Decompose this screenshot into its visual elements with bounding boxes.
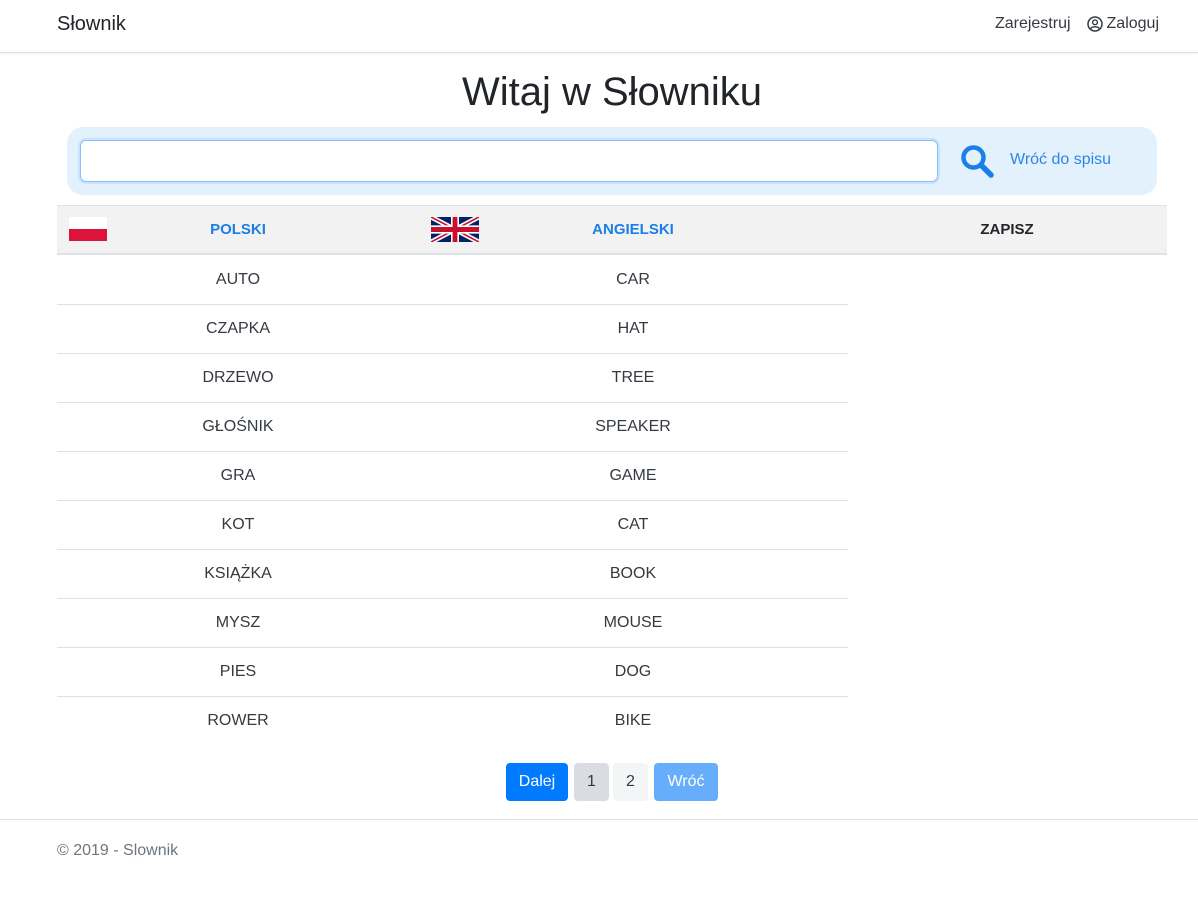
nav-links: Zarejestruj Zaloguj	[995, 15, 1159, 33]
table-row: AUTO CAR	[57, 256, 848, 305]
table-row: MYSZ MOUSE	[57, 599, 848, 648]
polish-word: ROWER	[207, 712, 269, 729]
table-row: DRZEWO TREE	[57, 354, 848, 403]
table-row: GRA GAME	[57, 452, 848, 501]
english-word: CAT	[617, 516, 649, 533]
next-page-button[interactable]: Dalej	[506, 763, 568, 801]
english-word: BIKE	[614, 712, 652, 729]
login-link[interactable]: Zaloguj	[1086, 15, 1159, 33]
user-circle-icon	[1086, 16, 1103, 32]
polish-word: GŁOŚNIK	[202, 418, 274, 435]
page-2-button[interactable]: 2	[613, 763, 648, 801]
table-row: KOT CAT	[57, 501, 848, 550]
register-link[interactable]: Zarejestruj	[995, 15, 1071, 33]
polish-word: GRA	[220, 467, 256, 484]
polish-word: MYSZ	[215, 614, 261, 631]
brand-link[interactable]: Słownik	[57, 13, 126, 36]
footer: © 2019 - Slownik	[0, 819, 1198, 905]
copyright-text: © 2019 - Slownik	[57, 842, 179, 859]
table-row: GŁOŚNIK SPEAKER	[57, 403, 848, 452]
navbar: Słownik Zarejestruj Zaloguj	[0, 0, 1198, 53]
column-polish-header[interactable]: POLSKI	[210, 221, 266, 238]
word-list: AUTO CAR CZAPKA HAT DRZEWO TREE GŁOŚNIK SPEA…	[57, 256, 848, 746]
english-word: BOOK	[609, 565, 657, 582]
table-row: ROWER BIKE	[57, 697, 848, 746]
english-word: CAR	[616, 271, 650, 288]
english-word: HAT	[617, 320, 649, 337]
table-row: KSIĄŻKA BOOK	[57, 550, 848, 599]
english-word: DOG	[614, 663, 652, 680]
polish-word: KOT	[221, 516, 255, 533]
english-word: GAME	[609, 467, 657, 484]
polish-word: DRZEWO	[202, 369, 274, 386]
english-word: SPEAKER	[595, 418, 671, 435]
search-panel: Wróć do spisu	[67, 127, 1157, 195]
table-header: POLSKI ANGIELSKI ZAPISZ	[57, 205, 1167, 255]
polish-word: KSIĄŻKA	[204, 565, 272, 582]
english-word: MOUSE	[603, 614, 663, 631]
back-to-list-link[interactable]: Wróć do spisu	[1010, 151, 1111, 169]
english-word: TREE	[611, 369, 655, 386]
polish-word: AUTO	[215, 271, 261, 288]
polish-word: PIES	[219, 663, 257, 680]
search-button[interactable]	[960, 144, 994, 178]
page-1-button[interactable]: 1	[574, 763, 609, 801]
poland-flag-icon	[69, 217, 107, 241]
login-label: Zaloguj	[1106, 15, 1159, 32]
search-input[interactable]	[80, 140, 938, 182]
column-english-header[interactable]: ANGIELSKI	[592, 221, 674, 238]
table-row: CZAPKA HAT	[57, 305, 848, 354]
previous-page-button[interactable]: Wróć	[654, 763, 718, 801]
table-row: PIES DOG	[57, 648, 848, 697]
search-icon	[961, 145, 994, 178]
page-title: Witaj w Słowniku	[461, 70, 763, 114]
column-save-header: ZAPISZ	[980, 221, 1034, 238]
polish-word: CZAPKA	[205, 320, 271, 337]
uk-flag-icon	[431, 217, 479, 242]
